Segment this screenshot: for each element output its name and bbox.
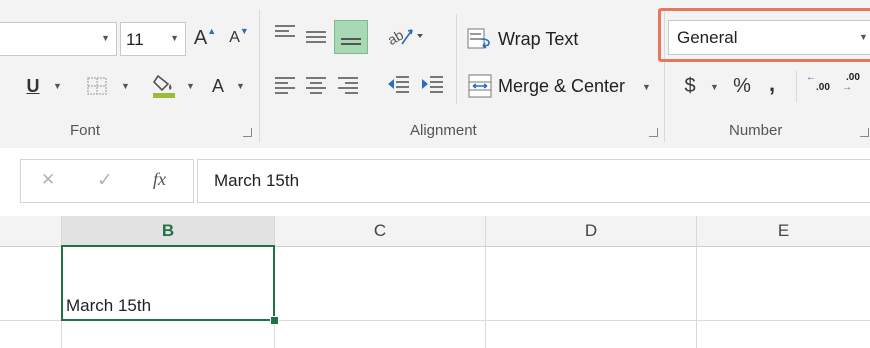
- active-cell-value: March 15th: [66, 296, 152, 315]
- increase-decimal-button[interactable]: ← .00: [806, 72, 834, 100]
- paint-bucket-icon: [152, 74, 175, 98]
- column-divider: [485, 216, 486, 348]
- shrink-font-label: A: [229, 29, 240, 46]
- chevron-down-icon: ▼: [101, 33, 110, 43]
- underline-label: U: [26, 75, 40, 96]
- chevron-down-icon[interactable]: ▼: [642, 82, 651, 92]
- comma-style-button[interactable]: ,: [764, 70, 780, 98]
- chevron-down-icon[interactable]: ▼: [186, 81, 195, 91]
- borders-icon: [87, 77, 107, 95]
- chevron-down-icon: ▼: [859, 32, 868, 42]
- wrap-text-icon: [467, 28, 490, 49]
- column-header-d[interactable]: D: [486, 216, 696, 247]
- number-format-combobox[interactable]: General ▼: [668, 20, 870, 55]
- font-group-label: Font: [70, 122, 101, 139]
- font-color-button[interactable]: A: [208, 72, 228, 100]
- font-dialog-launcher-icon[interactable]: [243, 128, 252, 137]
- align-left-icon[interactable]: [275, 74, 295, 97]
- percent-label: %: [733, 74, 751, 97]
- chevron-down-icon[interactable]: ▼: [121, 81, 130, 91]
- decrease-font-size-button[interactable]: A ▼: [224, 22, 254, 54]
- number-format-value: General: [677, 28, 738, 47]
- svg-text:ab: ab: [386, 26, 406, 48]
- formula-buttons: ✕ ✓ fx: [20, 159, 194, 203]
- increase-font-size-button[interactable]: A ▲: [190, 22, 220, 54]
- font-size-value: 11: [126, 30, 144, 49]
- wrap-text-button[interactable]: Wrap Text: [465, 24, 595, 54]
- formula-input[interactable]: March 15th: [197, 159, 870, 203]
- fill-color-button[interactable]: [150, 70, 178, 100]
- caret-down-icon: ▼: [239, 26, 249, 36]
- column-divider: [696, 216, 697, 348]
- align-center-icon[interactable]: [306, 74, 326, 97]
- orientation-button[interactable]: ab: [385, 22, 426, 50]
- underline-button[interactable]: U: [20, 72, 46, 100]
- alignment-dialog-launcher-icon[interactable]: [649, 128, 658, 137]
- font-name-combobox[interactable]: ▼: [0, 22, 117, 56]
- chevron-down-icon: ▼: [170, 33, 179, 43]
- column-header-c[interactable]: C: [275, 216, 485, 247]
- alignment-group-label: Alignment: [410, 122, 477, 139]
- decrease-decimal-button[interactable]: .00 →: [842, 72, 870, 100]
- merge-center-button[interactable]: Merge & Center ▼: [465, 72, 655, 102]
- group-divider: [796, 70, 797, 102]
- chevron-down-icon[interactable]: ▼: [53, 81, 62, 91]
- wrap-text-label: Wrap Text: [498, 29, 579, 49]
- font-color-label: A: [211, 75, 224, 96]
- increase-indent-button[interactable]: [420, 74, 444, 94]
- insert-function-icon[interactable]: fx: [153, 169, 166, 190]
- column-d-label: D: [584, 221, 598, 240]
- middle-align-icon[interactable]: [306, 28, 326, 46]
- decimal-arrow-icon: →: [842, 82, 852, 93]
- comma-label: ,: [768, 71, 776, 96]
- active-cell-b[interactable]: March 15th: [61, 245, 275, 321]
- cancel-icon[interactable]: ✕: [41, 170, 55, 190]
- decrease-indent-icon: [388, 76, 409, 93]
- number-dialog-launcher-icon[interactable]: [860, 128, 869, 137]
- decrease-indent-button[interactable]: [386, 74, 410, 94]
- decimal-arrow-icon: ←: [806, 72, 816, 83]
- borders-button[interactable]: [86, 76, 108, 96]
- group-divider: [456, 14, 457, 104]
- group-divider: [259, 10, 260, 142]
- font-size-combobox[interactable]: 11 ▼: [120, 22, 186, 56]
- chevron-down-icon[interactable]: ▼: [236, 81, 245, 91]
- text-orientation-icon: ab: [385, 26, 423, 48]
- fill-handle[interactable]: [270, 316, 279, 325]
- column-header-a-edge: [0, 216, 61, 247]
- column-b-label: B: [161, 221, 175, 240]
- enter-icon[interactable]: ✓: [97, 169, 113, 192]
- formula-value: March 15th: [214, 171, 300, 190]
- column-c-label: C: [373, 221, 387, 240]
- top-align-icon[interactable]: [275, 22, 295, 40]
- align-right-icon[interactable]: [338, 74, 358, 97]
- percent-button[interactable]: %: [730, 72, 754, 100]
- currency-button[interactable]: $: [680, 72, 700, 100]
- bottom-align-icon[interactable]: [334, 20, 368, 54]
- merge-center-label: Merge & Center: [498, 76, 626, 96]
- column-header-b[interactable]: B: [62, 216, 274, 248]
- column-header-e[interactable]: E: [697, 216, 870, 247]
- increase-decimal-label: .00: [816, 82, 830, 93]
- column-e-label: E: [777, 221, 790, 240]
- merge-center-icon: [468, 74, 492, 98]
- caret-up-icon: ▲: [207, 26, 217, 36]
- number-group-label: Number: [729, 122, 783, 139]
- currency-label: $: [684, 74, 696, 97]
- increase-indent-icon: [422, 76, 443, 93]
- chevron-down-icon[interactable]: ▼: [710, 82, 719, 92]
- grow-font-label: A: [193, 26, 208, 49]
